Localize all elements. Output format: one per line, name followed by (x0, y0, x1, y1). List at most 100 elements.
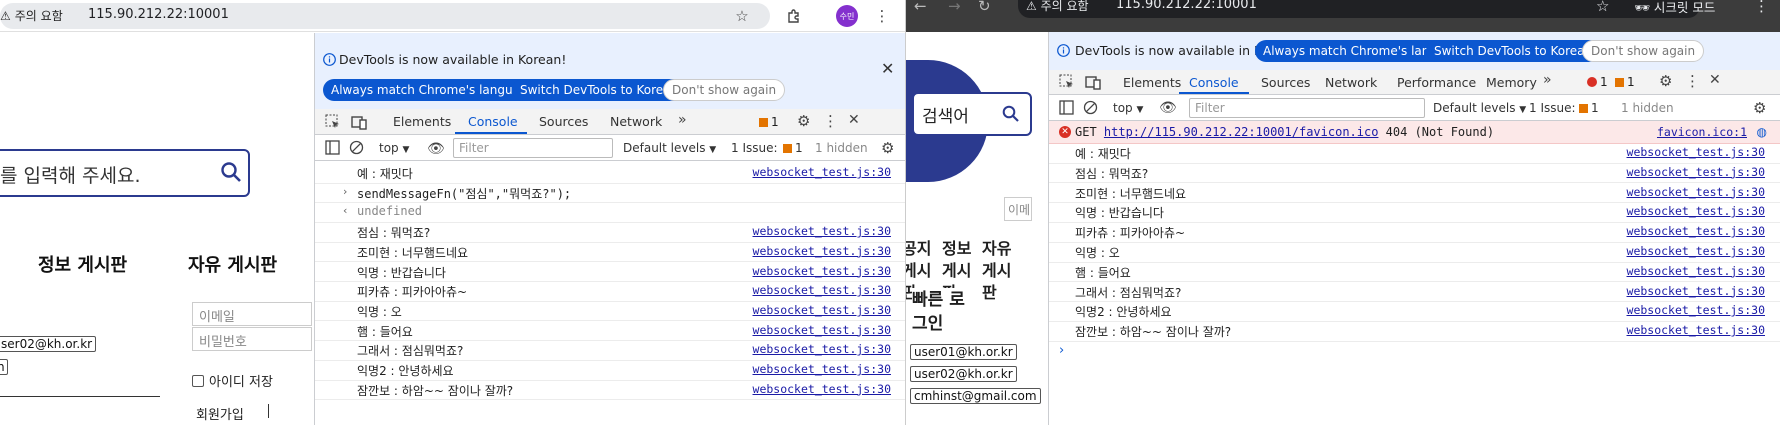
inspect-element-icon[interactable] (325, 114, 341, 130)
log-source-link[interactable]: websocket_test.js:30 (1627, 264, 1765, 278)
log-source-link[interactable]: websocket_test.js:30 (1627, 165, 1765, 179)
email-field[interactable]: 이메일 (192, 302, 312, 326)
log-source-link[interactable]: websocket_test.js:30 (1627, 185, 1765, 199)
menu-kebab-icon[interactable]: ⋮ (872, 6, 892, 26)
levels-select[interactable]: Default levels ▼ (623, 141, 716, 155)
url-text[interactable]: 115.90.212.22:10001 (88, 7, 229, 22)
console-settings-icon[interactable]: ⚙ (881, 139, 894, 157)
tab-console[interactable]: Console (468, 114, 518, 129)
right-bookmark-star-icon[interactable]: ☆ (1596, 0, 1609, 15)
incognito-label[interactable]: 🕶 시크릿 모드 (1634, 0, 1715, 16)
right-tab-console[interactable]: Console (1189, 75, 1239, 90)
right-tab-network[interactable]: Network (1325, 75, 1377, 90)
reload-icon[interactable]: ↻ (978, 0, 991, 15)
right-sidebar-toggle-icon[interactable] (1059, 100, 1074, 115)
close-devtools-icon[interactable]: ✕ (848, 112, 860, 128)
right-tab-memory[interactable]: Memory (1486, 75, 1537, 90)
right-switch-korean-button[interactable]: Switch DevTools to Korean (1426, 40, 1601, 62)
log-source-link[interactable]: websocket_test.js:30 (753, 283, 891, 297)
right-tab-performance[interactable]: Performance (1397, 75, 1476, 90)
tab-sources[interactable]: Sources (539, 114, 588, 129)
log-source-link[interactable]: websocket_test.js:30 (753, 165, 891, 179)
live-expression-eye-icon[interactable]: 👁 (427, 141, 445, 157)
log-source-link[interactable]: websocket_test.js:30 (1627, 204, 1765, 218)
signup-link[interactable]: 회원가입 (196, 404, 244, 423)
right-search-box[interactable]: 검색어 (912, 92, 1032, 136)
settings-gear-icon[interactable]: ⚙ (797, 112, 810, 130)
log-source-link[interactable]: websocket_test.js:30 (1627, 303, 1765, 317)
security-chip[interactable]: ⚠ 주의 요함 (0, 7, 63, 24)
right-context-select[interactable]: top ▼ (1113, 101, 1143, 115)
error-url-link[interactable]: http://115.90.212.22:10001/favicon.ico (1104, 125, 1379, 139)
right-tab-sources[interactable]: Sources (1261, 75, 1310, 90)
warn-badge[interactable]: 1 (1615, 75, 1635, 89)
right-device-icon[interactable] (1085, 74, 1101, 90)
email-chip-partial[interactable]: n (0, 359, 8, 375)
issues-count-label[interactable]: 1 Issue: (731, 141, 778, 155)
search-icon[interactable] (220, 161, 242, 183)
filter-input[interactable]: Filter (453, 138, 613, 158)
email-chip-3[interactable]: cmhinst@gmail.com (910, 388, 1041, 404)
forward-arrow-icon[interactable]: → (948, 0, 961, 15)
nav-free-board[interactable]: 자유 게시판 (188, 251, 277, 277)
right-menu-kebab-icon[interactable]: ⋮ (1754, 0, 1769, 15)
log-source-link[interactable]: websocket_test.js:30 (753, 362, 891, 376)
email-chip[interactable]: ser02@kh.or.kr (0, 336, 97, 352)
right-settings-icon[interactable]: ⚙ (1659, 72, 1672, 90)
checkbox-icon[interactable] (192, 374, 204, 387)
right-search-icon[interactable] (1002, 105, 1020, 123)
dont-show-button[interactable]: Don't show again (663, 79, 786, 101)
log-source-link[interactable]: websocket_test.js:30 (1627, 224, 1765, 238)
save-id-checkbox[interactable]: 아이디 저장 (192, 371, 273, 390)
device-toolbar-icon[interactable] (351, 114, 367, 130)
match-language-button[interactable]: Always match Chrome's language (323, 79, 543, 101)
nav-info-board[interactable]: 정보 게시판 (38, 251, 127, 277)
right-more-tabs-icon[interactable]: » (1543, 72, 1552, 88)
log-source-link[interactable]: websocket_test.js:30 (753, 342, 891, 356)
right-clear-console-icon[interactable] (1083, 100, 1098, 115)
switch-korean-button[interactable]: Switch DevTools to Korean (512, 79, 687, 101)
right-dont-show-button[interactable]: Don't show again (1582, 40, 1705, 62)
right-levels-select[interactable]: Default levels ▼ (1433, 101, 1526, 115)
email-chip-1[interactable]: user01@kh.or.kr (910, 344, 1017, 360)
right-filter-input[interactable]: Filter (1189, 98, 1425, 118)
sidebar-toggle-icon[interactable] (325, 140, 340, 155)
issues-badge[interactable]: 1 (759, 115, 779, 129)
clear-console-icon[interactable] (349, 140, 364, 155)
log-source-link[interactable]: websocket_test.js:30 (1627, 284, 1765, 298)
context-select[interactable]: top ▼ (379, 141, 409, 155)
bookmark-star-icon[interactable]: ☆ (732, 6, 752, 26)
right-close-icon[interactable]: ✕ (1709, 72, 1721, 88)
right-tab-elements[interactable]: Elements (1123, 75, 1181, 90)
right-security-chip[interactable]: ⚠ 주의 요함 (1026, 0, 1089, 14)
right-issues-label[interactable]: 1 Issue: (1529, 101, 1576, 115)
log-source-link[interactable]: websocket_test.js:30 (753, 323, 891, 337)
log-source-link[interactable]: websocket_test.js:30 (1627, 244, 1765, 258)
right-console-settings-icon[interactable]: ⚙ (1753, 99, 1766, 117)
error-badge[interactable]: 1 (1587, 75, 1608, 89)
log-source-link[interactable]: websocket_test.js:30 (753, 224, 891, 238)
tab-network[interactable]: Network (610, 114, 662, 129)
password-field[interactable]: 비밀번호 (192, 327, 312, 351)
log-source-link[interactable]: websocket_test.js:30 (753, 303, 891, 317)
right-menu-icon[interactable]: ⋮ (1685, 72, 1700, 90)
log-source-link[interactable]: websocket_test.js:30 (753, 264, 891, 278)
log-source-link[interactable]: websocket_test.js:30 (1627, 323, 1765, 337)
search-box[interactable]: 를 입력해 주세요. (0, 117, 250, 197)
more-tabs-icon[interactable]: » (678, 112, 687, 128)
profile-avatar[interactable]: 수민 (836, 5, 858, 27)
console-prompt-caret-icon[interactable]: › (1059, 343, 1064, 358)
log-source-link[interactable]: websocket_test.js:30 (1627, 145, 1765, 159)
extensions-icon[interactable] (784, 6, 804, 26)
right-eye-icon[interactable]: 👁 (1159, 100, 1177, 116)
right-email-field[interactable]: 이메 (1004, 197, 1032, 221)
back-arrow-icon[interactable]: ← (914, 0, 927, 15)
log-source-link[interactable]: websocket_test.js:30 (753, 244, 891, 258)
log-source-link[interactable]: websocket_test.js:30 (753, 382, 891, 396)
nav-free[interactable]: 자유 게시 판 (982, 238, 1011, 304)
close-infobar-icon[interactable]: ✕ (881, 59, 894, 78)
right-url-text[interactable]: 115.90.212.22:10001 (1116, 0, 1257, 12)
error-source-link[interactable]: favicon.ico:1 (1657, 125, 1747, 139)
tab-elements[interactable]: Elements (393, 114, 451, 129)
right-inspect-icon[interactable] (1059, 74, 1075, 90)
